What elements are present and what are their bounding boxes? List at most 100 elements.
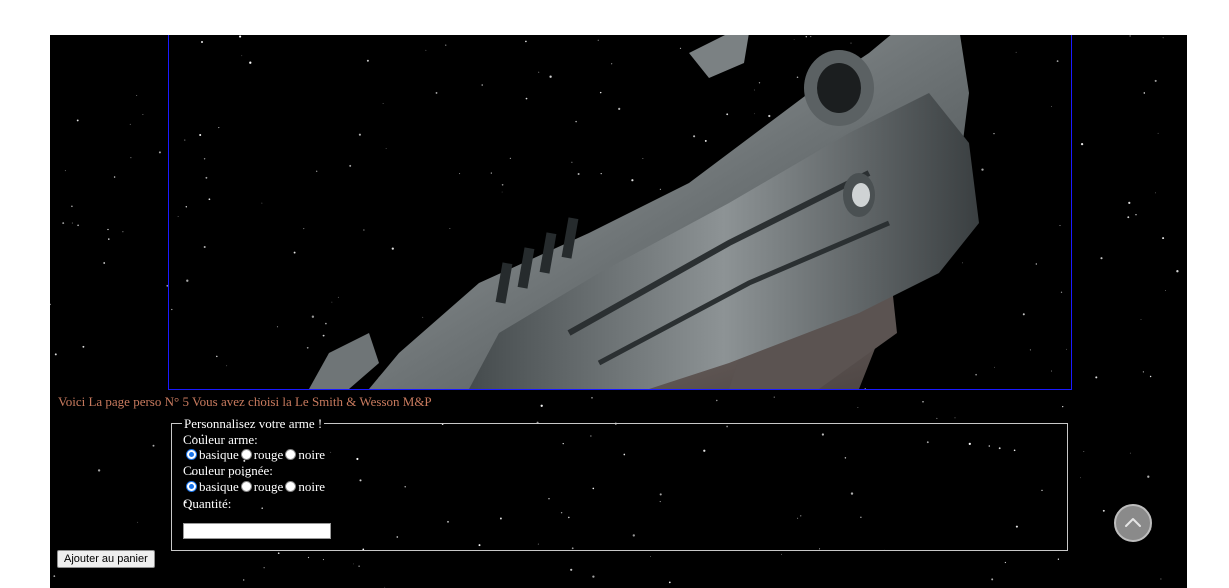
star xyxy=(1129,35,1131,37)
star xyxy=(1165,290,1166,291)
star xyxy=(107,228,109,231)
star xyxy=(1162,37,1164,39)
star xyxy=(1004,561,1007,564)
quantity-input[interactable] xyxy=(183,523,331,539)
star xyxy=(1142,371,1144,373)
star xyxy=(243,579,245,581)
star xyxy=(71,222,73,224)
grip-color-options: basique rouge noire xyxy=(186,479,327,494)
scroll-to-top-button[interactable] xyxy=(1114,504,1152,542)
star xyxy=(1140,319,1142,320)
grip-color-label: Couleur poignée: xyxy=(183,463,273,478)
customize-legend: Personnalisez votre arme ! xyxy=(182,416,325,431)
quantity-label: Quantité: xyxy=(183,496,232,511)
weapon-color-basique-label: basique xyxy=(199,447,239,462)
star xyxy=(82,345,85,348)
weapon-color-noire[interactable]: noire xyxy=(285,447,325,462)
star xyxy=(53,575,56,577)
star xyxy=(103,262,106,264)
star xyxy=(142,114,144,115)
star xyxy=(1155,192,1156,194)
star xyxy=(1080,477,1081,479)
star xyxy=(108,238,110,240)
star xyxy=(77,224,79,227)
star xyxy=(1100,257,1103,260)
add-to-cart-button[interactable]: Ajouter au panier xyxy=(57,550,155,568)
star xyxy=(136,95,138,97)
star xyxy=(857,407,859,409)
weapon-color-options: basique rouge noire xyxy=(186,447,327,462)
star xyxy=(781,553,782,555)
radio-weapon-noire[interactable] xyxy=(285,449,297,460)
star xyxy=(1149,375,1152,378)
star xyxy=(137,521,139,523)
page-background: Voici La page perso N° 5 Vous avez chois… xyxy=(50,35,1187,588)
star xyxy=(307,556,310,559)
grip-color-rouge-label: rouge xyxy=(253,479,284,494)
star xyxy=(716,399,718,402)
star xyxy=(97,469,101,472)
grip-color-rouge[interactable]: rouge xyxy=(240,479,284,494)
radio-grip-basique[interactable] xyxy=(186,481,197,492)
star xyxy=(1127,216,1130,219)
star xyxy=(76,119,79,122)
weapon-color-basique[interactable]: basique xyxy=(186,447,239,462)
star xyxy=(1083,451,1085,452)
star xyxy=(570,568,573,571)
weapon-color-noire-label: noire xyxy=(298,447,326,462)
star xyxy=(152,444,155,447)
star xyxy=(936,417,938,419)
customize-fieldset: Personnalisez votre arme ! Couleur arme:… xyxy=(171,416,1068,551)
weapon-color-rouge[interactable]: rouge xyxy=(240,447,284,462)
star xyxy=(1057,558,1060,560)
star xyxy=(384,586,386,588)
star xyxy=(50,303,51,306)
star xyxy=(71,205,73,208)
radio-grip-rouge[interactable] xyxy=(240,481,252,492)
grip-color-noire-label: noire xyxy=(298,479,326,494)
star xyxy=(122,231,124,233)
star xyxy=(1102,509,1105,512)
grip-color-basique[interactable]: basique xyxy=(186,479,239,494)
star xyxy=(773,396,775,398)
star xyxy=(591,397,593,399)
star xyxy=(277,552,280,555)
star xyxy=(130,157,132,159)
star xyxy=(1143,92,1146,94)
star xyxy=(1157,132,1159,134)
star xyxy=(322,559,324,561)
star xyxy=(1160,578,1162,580)
star xyxy=(1147,475,1150,478)
star xyxy=(62,222,65,225)
weapon-color-label: Couleur arme: xyxy=(183,432,258,447)
product-image-frame xyxy=(168,35,1072,390)
star xyxy=(922,401,924,403)
grip-color-noire[interactable]: noire xyxy=(285,479,325,494)
star xyxy=(650,556,651,557)
star xyxy=(64,170,66,172)
star xyxy=(1128,201,1131,204)
star xyxy=(1080,142,1084,146)
star xyxy=(954,417,956,419)
star xyxy=(592,575,595,578)
star xyxy=(352,563,354,565)
product-image xyxy=(309,35,979,389)
star xyxy=(540,404,543,407)
weapon-color-rouge-label: rouge xyxy=(253,447,284,462)
star xyxy=(1062,405,1064,408)
star xyxy=(991,578,994,581)
star xyxy=(113,176,116,178)
star xyxy=(358,565,360,567)
star xyxy=(1135,214,1137,216)
product-intro-text: Voici La page perso N° 5 Vous avez chois… xyxy=(58,394,432,409)
star xyxy=(1129,452,1131,454)
radio-weapon-rouge[interactable] xyxy=(240,449,252,460)
radio-grip-noire[interactable] xyxy=(285,481,297,492)
star xyxy=(1162,237,1165,240)
star xyxy=(1154,79,1157,82)
star xyxy=(1095,376,1098,379)
star xyxy=(129,123,131,125)
star xyxy=(1176,270,1179,273)
star xyxy=(668,581,671,584)
radio-weapon-basique[interactable] xyxy=(186,449,197,460)
